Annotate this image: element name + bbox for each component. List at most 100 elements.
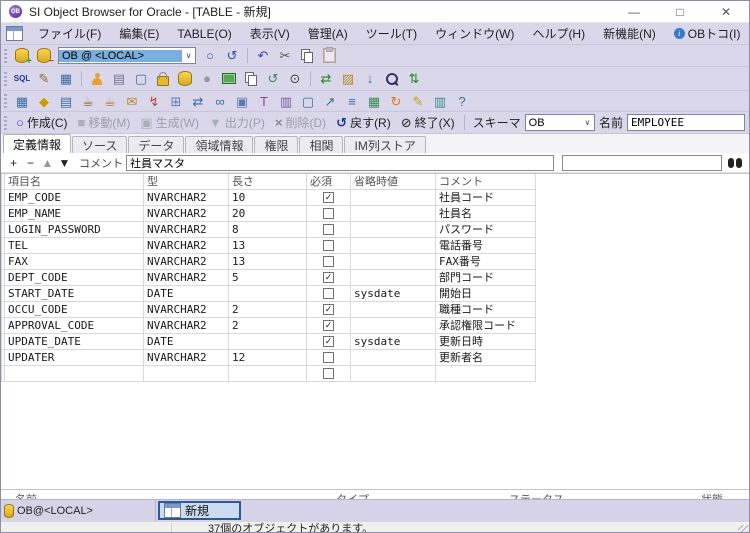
- cell-コメント[interactable]: 社員コード: [436, 190, 536, 206]
- object-name-input[interactable]: [627, 114, 745, 131]
- cell-長さ[interactable]: 2: [229, 302, 307, 318]
- undo-icon[interactable]: ↶: [252, 46, 274, 65]
- cell-型[interactable]: NVARCHAR2: [144, 302, 229, 318]
- cell-型[interactable]: NVARCHAR2: [144, 238, 229, 254]
- cell-長さ[interactable]: 2: [229, 318, 307, 334]
- move-row-up-button[interactable]: ▲: [39, 156, 56, 170]
- cell-項目名[interactable]: UPDATER: [5, 350, 144, 366]
- required-checkbox[interactable]: ✓: [323, 272, 334, 283]
- calendar-icon[interactable]: ▦: [363, 92, 385, 111]
- cell-コメント[interactable]: [436, 366, 536, 382]
- cell-項目名[interactable]: OCCU_CODE: [5, 302, 144, 318]
- materialized-view-icon[interactable]: ▥: [275, 92, 297, 111]
- cell-省略時値[interactable]: [351, 366, 436, 382]
- session-item[interactable]: OB@<LOCAL>: [1, 500, 156, 521]
- cell-省略時値[interactable]: sysdate: [351, 286, 436, 302]
- cell-項目名[interactable]: EMP_NAME: [5, 206, 144, 222]
- cell-必須[interactable]: [307, 254, 351, 270]
- cell-型[interactable]: DATE: [144, 286, 229, 302]
- properties-icon[interactable]: ≡: [341, 92, 363, 111]
- help-icon[interactable]: ?: [451, 92, 473, 111]
- cell-長さ[interactable]: 20: [229, 206, 307, 222]
- toolbar-gripper[interactable]: [4, 71, 7, 86]
- maximize-button[interactable]: □: [657, 1, 703, 22]
- table-row[interactable]: TEL NVARCHAR2 13 電話番号: [1, 238, 749, 254]
- table-row[interactable]: UPDATE_DATE DATE ✓ sysdate 更新日時: [1, 334, 749, 350]
- toolbar-gripper[interactable]: [4, 48, 7, 63]
- resize-grip-icon[interactable]: [738, 525, 748, 532]
- object-copy-icon[interactable]: [240, 69, 262, 88]
- cell-型[interactable]: NVARCHAR2: [144, 206, 229, 222]
- column-icon[interactable]: ▥: [429, 92, 451, 111]
- shortcut-icon[interactable]: ↗: [319, 92, 341, 111]
- grid-editor-icon[interactable]: ▦: [55, 69, 77, 88]
- menu-item-1[interactable]: ファイル(F): [29, 25, 110, 42]
- close-window-button[interactable]: ✕: [703, 1, 749, 22]
- toolbar-gripper[interactable]: [4, 94, 7, 108]
- delete-button[interactable]: × 削除(D): [273, 114, 328, 131]
- required-checkbox[interactable]: ✓: [323, 304, 334, 315]
- find-button[interactable]: [728, 157, 743, 168]
- cell-項目名[interactable]: START_DATE: [5, 286, 144, 302]
- cell-省略時値[interactable]: [351, 318, 436, 334]
- view-icon[interactable]: ▤: [55, 92, 77, 111]
- table-row[interactable]: DEPT_CODE NVARCHAR2 5 ✓ 部門コード: [1, 270, 749, 286]
- required-checkbox[interactable]: [323, 208, 334, 219]
- menu-item-8[interactable]: ヘルプ(H): [523, 25, 594, 42]
- output-button[interactable]: ▼ 出力(P): [207, 114, 267, 131]
- cell-型[interactable]: NVARCHAR2: [144, 190, 229, 206]
- cell-必須[interactable]: [307, 238, 351, 254]
- cell-型[interactable]: DATE: [144, 334, 229, 350]
- menu-item-6[interactable]: ツール(T): [357, 25, 426, 42]
- cell-コメント[interactable]: FAX番号: [436, 254, 536, 270]
- cell-省略時値[interactable]: [351, 302, 436, 318]
- export-icon[interactable]: ▨: [337, 69, 359, 88]
- cell-必須[interactable]: [307, 206, 351, 222]
- cell-省略時値[interactable]: [351, 190, 436, 206]
- cell-項目名[interactable]: TEL: [5, 238, 144, 254]
- cell-必須[interactable]: ✓: [307, 318, 351, 334]
- cell-型[interactable]: NVARCHAR2: [144, 254, 229, 270]
- tab-3[interactable]: データ: [128, 136, 185, 153]
- tab-6[interactable]: 相関: [299, 136, 344, 153]
- sql-editor-icon[interactable]: SQL: [11, 69, 33, 88]
- cluster-icon[interactable]: ▣: [231, 92, 253, 111]
- lock-icon[interactable]: [152, 69, 174, 88]
- cell-型[interactable]: NVARCHAR2: [144, 222, 229, 238]
- tab-4[interactable]: 領域情報: [185, 136, 254, 153]
- storage-icon[interactable]: ▤: [108, 69, 130, 88]
- cell-項目名[interactable]: FAX: [5, 254, 144, 270]
- package-icon[interactable]: ✉: [121, 92, 143, 111]
- mdi-document-icon[interactable]: [6, 26, 23, 41]
- toolbar-gripper[interactable]: [4, 115, 7, 130]
- synonym-icon[interactable]: ⇄: [187, 92, 209, 111]
- cell-コメント[interactable]: 承認権限コード: [436, 318, 536, 334]
- rollback-segment-icon[interactable]: ●: [196, 69, 218, 88]
- menu-item-7[interactable]: ウィンドウ(W): [426, 25, 523, 42]
- cell-コメント[interactable]: パスワード: [436, 222, 536, 238]
- cell-コメント[interactable]: 開始日: [436, 286, 536, 302]
- required-checkbox[interactable]: ✓: [323, 320, 334, 331]
- cell-項目名[interactable]: EMP_CODE: [5, 190, 144, 206]
- tablespace-icon[interactable]: [174, 69, 196, 88]
- function-icon[interactable]: ☕: [99, 92, 121, 111]
- procedure-icon[interactable]: ☕: [77, 92, 99, 111]
- cell-必須[interactable]: ✓: [307, 270, 351, 286]
- cell-長さ[interactable]: 13: [229, 238, 307, 254]
- import-icon[interactable]: ↓: [359, 69, 381, 88]
- cell-省略時値[interactable]: [351, 222, 436, 238]
- cell-省略時値[interactable]: [351, 270, 436, 286]
- rollback-icon[interactable]: ↺: [221, 46, 243, 65]
- table-row[interactable]: APPROVAL_CODE NVARCHAR2 2 ✓ 承認権限コード: [1, 318, 749, 334]
- tab-5[interactable]: 権限: [254, 136, 299, 153]
- revert-button[interactable]: ↺ 戻す(R): [334, 114, 393, 131]
- cell-コメント[interactable]: 部門コード: [436, 270, 536, 286]
- menu-item-9[interactable]: 新機能(N): [594, 25, 665, 42]
- cell-長さ[interactable]: [229, 334, 307, 350]
- cell-項目名[interactable]: DEPT_CODE: [5, 270, 144, 286]
- paste-icon[interactable]: [318, 46, 340, 65]
- script-editor-icon[interactable]: ✎: [33, 69, 55, 88]
- tab-7[interactable]: IM列ストア: [344, 136, 426, 153]
- cell-項目名[interactable]: UPDATE_DATE: [5, 334, 144, 350]
- sequence-icon[interactable]: ⊞: [165, 92, 187, 111]
